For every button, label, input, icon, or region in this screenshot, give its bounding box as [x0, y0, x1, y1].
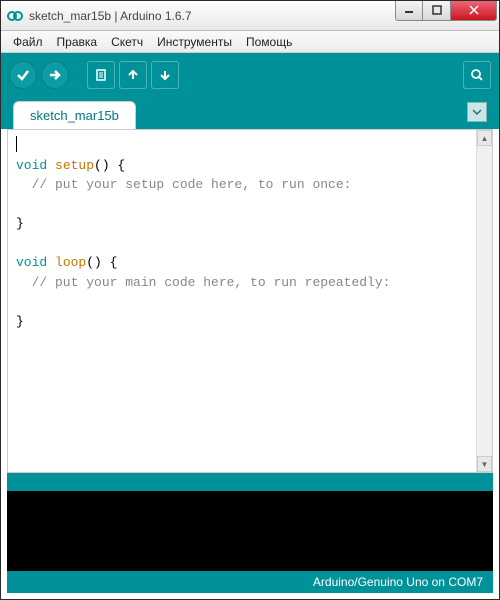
code-function: setup — [47, 158, 94, 173]
upload-button[interactable] — [41, 61, 69, 89]
open-button[interactable] — [119, 61, 147, 89]
close-icon — [469, 5, 479, 15]
arrow-up-icon — [126, 68, 140, 82]
menu-edit[interactable]: Правка — [51, 33, 104, 51]
file-icon — [94, 68, 108, 82]
tab-menu-button[interactable] — [467, 102, 487, 122]
menu-file[interactable]: Файл — [7, 33, 49, 51]
arrow-down-icon — [158, 68, 172, 82]
vertical-scrollbar[interactable]: ▲ ▼ — [476, 130, 492, 472]
arrow-right-icon — [48, 68, 62, 82]
scroll-down-button[interactable]: ▼ — [477, 456, 492, 472]
code-text: () { — [94, 158, 125, 173]
code-function: loop — [47, 255, 86, 270]
tabbar: sketch_mar15b — [1, 97, 499, 129]
scroll-up-button[interactable]: ▲ — [477, 130, 492, 146]
titlebar[interactable]: sketch_mar15b | Arduino 1.6.7 — [1, 1, 499, 31]
code-comment: // put your main code here, to run repea… — [16, 275, 390, 290]
chevron-down-icon — [472, 107, 482, 117]
save-button[interactable] — [151, 61, 179, 89]
text-cursor — [16, 136, 17, 152]
serial-icon — [470, 68, 484, 82]
code-text: } — [16, 216, 24, 231]
new-button[interactable] — [87, 61, 115, 89]
tab-active[interactable]: sketch_mar15b — [13, 101, 136, 129]
minimize-icon — [404, 5, 414, 15]
toolbar — [1, 53, 499, 97]
check-icon — [16, 68, 30, 82]
menu-tools[interactable]: Инструменты — [151, 33, 238, 51]
arduino-icon — [7, 8, 23, 24]
menu-sketch[interactable]: Скетч — [105, 33, 149, 51]
editor-pane: void setup() { // put your setup code he… — [7, 129, 493, 473]
menubar: Файл Правка Скетч Инструменты Помощь — [1, 31, 499, 53]
serial-monitor-button[interactable] — [463, 61, 491, 89]
code-keyword: void — [16, 255, 47, 270]
status-bar — [7, 473, 493, 491]
code-keyword: void — [16, 158, 47, 173]
menu-help[interactable]: Помощь — [240, 33, 298, 51]
maximize-icon — [432, 5, 442, 15]
code-text: } — [16, 314, 24, 329]
code-comment: // put your setup code here, to run once… — [16, 177, 351, 192]
window-controls — [395, 1, 497, 21]
close-button[interactable] — [451, 1, 497, 21]
maximize-button[interactable] — [423, 1, 451, 21]
footer-bar: Arduino/Genuino Uno on COM7 — [7, 571, 493, 593]
window-title: sketch_mar15b | Arduino 1.6.7 — [29, 9, 395, 23]
app-window: sketch_mar15b | Arduino 1.6.7 Файл Правк… — [0, 0, 500, 600]
console-output[interactable] — [7, 491, 493, 571]
minimize-button[interactable] — [395, 1, 423, 21]
code-editor[interactable]: void setup() { // put your setup code he… — [8, 130, 476, 472]
board-info: Arduino/Genuino Uno on COM7 — [313, 575, 483, 589]
verify-button[interactable] — [9, 61, 37, 89]
code-text: () { — [86, 255, 117, 270]
